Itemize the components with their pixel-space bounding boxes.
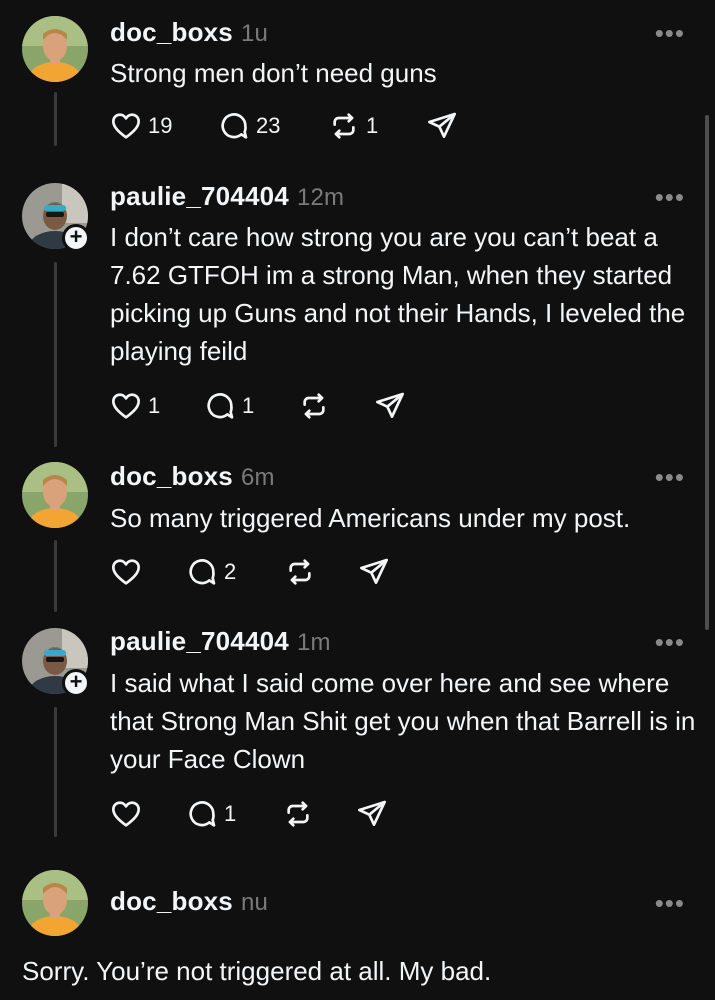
timestamp: 6m: [240, 464, 275, 491]
repost-button[interactable]: [298, 388, 330, 424]
reply-button[interactable]: 2: [186, 554, 236, 590]
avatar[interactable]: [22, 16, 88, 82]
heart-icon: [110, 110, 142, 142]
reply-button[interactable]: 1: [186, 796, 236, 832]
reply-button[interactable]: 23: [218, 108, 280, 144]
scrollbar[interactable]: [705, 115, 709, 630]
avatar[interactable]: [22, 870, 88, 936]
repost-icon: [282, 798, 314, 830]
username[interactable]: paulie_704404 12m: [110, 181, 344, 212]
share-button[interactable]: [356, 796, 388, 832]
post-text: So many triggered Americans under my pos…: [110, 503, 631, 533]
thread-line: [54, 540, 57, 612]
share-button[interactable]: [374, 388, 406, 424]
reply-count: 1: [242, 393, 255, 418]
share-button[interactable]: [358, 554, 390, 590]
like-count: 1: [148, 393, 161, 418]
more-icon[interactable]: •••: [655, 184, 685, 210]
share-icon: [358, 556, 390, 588]
thread-line: [54, 92, 57, 146]
repost-count: 1: [366, 113, 379, 138]
like-button[interactable]: 19: [110, 108, 172, 144]
reply-count: 2: [224, 559, 237, 584]
heart-icon: [110, 556, 142, 588]
avatar[interactable]: [22, 462, 88, 528]
more-icon[interactable]: •••: [655, 890, 685, 916]
post-text: Sorry. You’re not triggered at all. My b…: [22, 956, 492, 986]
like-button[interactable]: [110, 796, 142, 832]
repost-button[interactable]: [282, 796, 314, 832]
username[interactable]: doc_boxs 6m: [110, 461, 275, 492]
heart-icon: [110, 390, 142, 422]
more-icon[interactable]: •••: [655, 464, 685, 490]
repost-icon: [328, 110, 360, 142]
thread-line: [54, 707, 57, 837]
reply-icon: [204, 390, 236, 422]
share-icon: [356, 798, 388, 830]
share-button[interactable]: [426, 108, 458, 144]
post-text: I don’t care how strong you are you can’…: [110, 222, 686, 366]
more-icon[interactable]: •••: [655, 629, 685, 655]
timestamp: nu: [240, 889, 269, 916]
follow-plus-icon[interactable]: +: [62, 224, 90, 252]
username[interactable]: paulie_704404 1m: [110, 626, 331, 657]
like-button[interactable]: [110, 554, 142, 590]
repost-button[interactable]: 1: [328, 108, 378, 144]
reply-icon: [186, 798, 218, 830]
username[interactable]: doc_boxs 1u: [110, 17, 268, 48]
more-icon[interactable]: •••: [655, 20, 685, 46]
follow-plus-icon[interactable]: +: [62, 669, 90, 697]
timestamp: 1m: [296, 629, 331, 656]
post-text: I said what I said come over here and se…: [110, 668, 696, 774]
thread-line: [54, 262, 57, 447]
heart-icon: [110, 798, 142, 830]
like-count: 19: [148, 113, 173, 138]
reply-icon: [218, 110, 250, 142]
share-icon: [426, 110, 458, 142]
timestamp: 1u: [240, 20, 269, 47]
repost-icon: [298, 390, 330, 422]
repost-button[interactable]: [284, 554, 316, 590]
username[interactable]: doc_boxs nu: [110, 886, 268, 917]
like-button[interactable]: 1: [110, 388, 160, 424]
reply-count: 1: [224, 801, 237, 826]
repost-icon: [284, 556, 316, 588]
reply-count: 23: [256, 113, 281, 138]
timestamp: 12m: [296, 184, 345, 211]
reply-button[interactable]: 1: [204, 388, 254, 424]
post-text: Strong men don’t need guns: [110, 58, 437, 88]
reply-icon: [186, 556, 218, 588]
share-icon: [374, 390, 406, 422]
